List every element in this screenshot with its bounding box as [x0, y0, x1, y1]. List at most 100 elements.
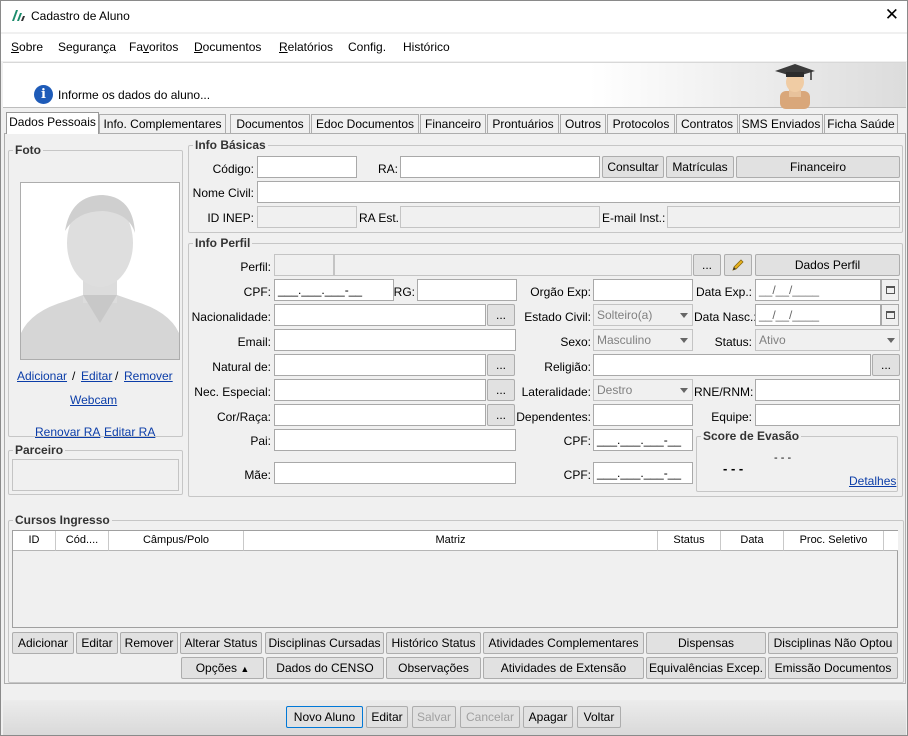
pai-input[interactable]	[274, 429, 516, 451]
column-header-status[interactable]: Status	[658, 531, 721, 551]
nacionalidade-input[interactable]	[274, 304, 486, 326]
menu-favoritos[interactable]: Favoritos	[129, 40, 178, 54]
lateralidade-select[interactable]: Destro	[593, 379, 693, 401]
atividades-complementares-button[interactable]: Atividades Complementares	[483, 632, 644, 654]
cursos-table[interactable]: ID Cód.... Câmpus/Polo Matriz Status Dat…	[12, 530, 898, 628]
data-exp-calendar-icon[interactable]	[881, 279, 899, 301]
matriculas-button[interactable]: Matrículas	[666, 156, 734, 178]
email-inst-input[interactable]	[667, 206, 900, 228]
voltar-button[interactable]: Voltar	[577, 706, 621, 728]
tab-contratos[interactable]: Contratos	[676, 114, 738, 134]
novo-aluno-button[interactable]: Novo Aluno	[286, 706, 363, 728]
dependentes-label: Dependentes:	[516, 410, 591, 424]
data-nasc-input[interactable]: __/__/____	[755, 304, 881, 326]
column-header-cod[interactable]: Cód....	[56, 531, 109, 551]
salvar-button[interactable]: Salvar	[412, 706, 456, 728]
mae-input[interactable]	[274, 462, 516, 484]
dispensas-button[interactable]: Dispensas	[646, 632, 766, 654]
dados-perfil-button[interactable]: Dados Perfil	[755, 254, 900, 276]
perfil-name-input[interactable]	[334, 254, 692, 276]
tab-dados-pessoais[interactable]: Dados Pessoais	[6, 112, 99, 134]
atividades-extensao-button[interactable]: Atividades de Extensão	[483, 657, 644, 679]
id-inep-input[interactable]	[257, 206, 357, 228]
close-icon[interactable]: ✕	[885, 6, 899, 24]
natural-de-lookup-button[interactable]: ...	[487, 354, 515, 376]
parceiro-field[interactable]	[12, 459, 179, 491]
menu-sobre[interactable]: Sobre	[11, 40, 43, 54]
tab-protocolos[interactable]: Protocolos	[607, 114, 675, 134]
ra-est-input[interactable]	[400, 206, 600, 228]
column-header-matriz[interactable]: Matriz	[244, 531, 658, 551]
perfil-code-input[interactable]	[274, 254, 334, 276]
codigo-input[interactable]	[257, 156, 357, 178]
tab-documentos[interactable]: Documentos	[230, 114, 310, 134]
sexo-select[interactable]: Masculino	[593, 329, 693, 351]
remover-curso-button[interactable]: Remover	[120, 632, 178, 654]
cancelar-button[interactable]: Cancelar	[460, 706, 520, 728]
disciplinas-nao-optou-button[interactable]: Disciplinas Não Optou	[768, 632, 898, 654]
rg-input[interactable]	[417, 279, 517, 301]
nome-civil-input[interactable]	[257, 181, 900, 203]
estado-civil-select[interactable]: Solteiro(a)	[593, 304, 693, 326]
column-header-data[interactable]: Data	[721, 531, 784, 551]
orgao-exp-input[interactable]	[593, 279, 693, 301]
column-header-proc-seletivo[interactable]: Proc. Seletivo	[784, 531, 884, 551]
renovar-ra-link[interactable]: Renovar RA	[35, 425, 100, 439]
disciplinas-cursadas-button[interactable]: Disciplinas Cursadas	[265, 632, 384, 654]
menu-documentos[interactable]: Documentos	[194, 40, 261, 54]
financeiro-button[interactable]: Financeiro	[736, 156, 900, 178]
nec-especial-input[interactable]	[274, 379, 486, 401]
tab-financeiro[interactable]: Financeiro	[420, 114, 486, 134]
emissao-documentos-button[interactable]: Emissão Documentos	[768, 657, 898, 679]
apagar-button[interactable]: Apagar	[523, 706, 573, 728]
column-header-campus[interactable]: Câmpus/Polo	[109, 531, 244, 551]
dados-censo-button[interactable]: Dados do CENSO	[266, 657, 384, 679]
data-nasc-calendar-icon[interactable]	[881, 304, 899, 326]
tab-edoc-documentos[interactable]: Edoc Documentos	[311, 114, 419, 134]
email-input[interactable]	[274, 329, 516, 351]
religiao-lookup-button[interactable]: ...	[872, 354, 900, 376]
cpf-mae-input[interactable]: ___.___.___-__	[593, 462, 693, 484]
alterar-status-button[interactable]: Alterar Status	[180, 632, 262, 654]
editar-ra-link[interactable]: Editar RA	[104, 425, 155, 439]
rne-input[interactable]	[755, 379, 900, 401]
estado-civil-value: Solteiro(a)	[597, 308, 653, 322]
tab-prontuarios[interactable]: Prontuários	[487, 114, 559, 134]
mae-label: Mãe:	[244, 468, 271, 482]
editar-aluno-button[interactable]: Editar	[366, 706, 408, 728]
webcam-link[interactable]: Webcam	[70, 393, 117, 407]
menu-historico[interactable]: Histórico	[403, 40, 450, 54]
historico-status-button[interactable]: Histórico Status	[386, 632, 481, 654]
religiao-input[interactable]	[593, 354, 871, 376]
cor-raca-input[interactable]	[274, 404, 486, 426]
opcoes-button[interactable]: Opções ▲	[181, 657, 264, 679]
equivalencias-button[interactable]: Equivalências Excep.	[646, 657, 766, 679]
consultar-button[interactable]: Consultar	[602, 156, 664, 178]
perfil-edit-button[interactable]	[724, 254, 752, 276]
cpf-input[interactable]: ___.___.___-__	[274, 279, 394, 301]
ra-input[interactable]	[400, 156, 600, 178]
status-select[interactable]: Ativo	[755, 329, 900, 351]
data-exp-input[interactable]: __/__/____	[755, 279, 881, 301]
menu-relatorios[interactable]: Relatórios	[279, 40, 333, 54]
tab-ficha-saude[interactable]: Ficha Saúde	[824, 114, 898, 134]
detalhes-link[interactable]: Detalhes	[849, 474, 896, 488]
cpf-pai-input[interactable]: ___.___.___-__	[593, 429, 693, 451]
adicionar-curso-button[interactable]: Adicionar	[12, 632, 74, 654]
equipe-input[interactable]	[755, 404, 900, 426]
editar-curso-button[interactable]: Editar	[76, 632, 118, 654]
student-photo	[20, 182, 180, 360]
tab-outros[interactable]: Outros	[560, 114, 606, 134]
menu-config[interactable]: Config.	[348, 40, 386, 54]
tab-info-complementares[interactable]: Info. Complementares	[99, 114, 226, 134]
editar-foto-link[interactable]: Editar	[81, 369, 112, 383]
observacoes-button[interactable]: Observações	[386, 657, 481, 679]
perfil-lookup-button[interactable]: ...	[693, 254, 721, 276]
natural-de-input[interactable]	[274, 354, 486, 376]
adicionar-foto-link[interactable]: Adicionar	[17, 369, 67, 383]
menu-seguranca[interactable]: Segurança	[58, 40, 116, 54]
column-header-id[interactable]: ID	[13, 531, 56, 551]
tab-sms-enviados[interactable]: SMS Enviados	[739, 114, 823, 134]
remover-foto-link[interactable]: Remover	[124, 369, 173, 383]
dependentes-input[interactable]	[593, 404, 693, 426]
